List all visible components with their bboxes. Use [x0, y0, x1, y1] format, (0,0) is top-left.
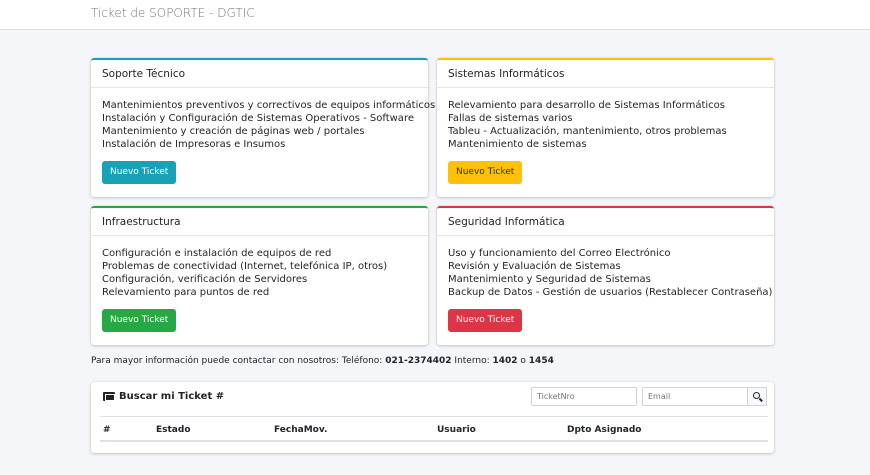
service-item: Problemas de conectividad (Internet, tel…: [102, 261, 388, 272]
top-navbar: Ticket de SOPORTE - DGTIC: [0, 0, 870, 30]
card-seguridad-informatica: Seguridad Informática Uso y funcionamien…: [437, 206, 774, 345]
service-item: Configuración e instalación de equipos d…: [102, 248, 332, 259]
service-item: Mantenimiento de sistemas: [448, 139, 587, 150]
search-button[interactable]: [747, 387, 767, 406]
ticket-search-card: Buscar mi Ticket # # Estado FechaMov. Us…: [91, 382, 774, 453]
card-title: Soporte Técnico: [91, 60, 428, 88]
search-title-label: Buscar mi Ticket #: [119, 391, 225, 402]
contact-info: Para mayor información puede contactar c…: [91, 356, 554, 366]
app-title: Ticket de SOPORTE - DGTIC: [91, 6, 255, 20]
email-input[interactable]: [642, 387, 748, 406]
card-sistemas-informaticos: Sistemas Informáticos Relevamiento para …: [437, 58, 774, 197]
ticket-table-header: # Estado FechaMov. Usuario Dpto Asignado: [100, 416, 768, 442]
new-ticket-button-infraestructura[interactable]: Nuevo Ticket: [102, 309, 177, 332]
ticket-icon: [103, 392, 115, 401]
contact-or: o: [517, 356, 529, 366]
service-item: Tableu - Actualización, mantenimiento, o…: [448, 126, 727, 137]
service-item: Backup de Datos - Gestión de usuarios (R…: [448, 287, 773, 298]
service-item: Mantenimientos preventivos y correctivos…: [102, 100, 436, 111]
column-header-usuario: Usuario: [437, 425, 476, 435]
service-item: Configuración, verificación de Servidore…: [102, 274, 308, 285]
service-item: Instalación y Configuración de Sistemas …: [102, 113, 414, 124]
card-infraestructura: Infraestructura Configuración e instalac…: [91, 206, 428, 345]
column-header-dpto: Dpto Asignado: [567, 425, 642, 435]
column-header-number: #: [103, 425, 111, 435]
contact-prefix: Para mayor información puede contactar c…: [91, 356, 386, 366]
contact-ext-2: 1454: [528, 356, 554, 366]
service-item: Mantenimiento y Seguridad de Sistemas: [448, 274, 651, 285]
column-header-estado: Estado: [156, 425, 191, 435]
service-item: Revisión y Evaluación de Sistemas: [448, 261, 621, 272]
service-item: Fallas de sistemas varios: [448, 113, 573, 124]
service-item: Mantenimiento y creación de páginas web …: [102, 126, 365, 137]
contact-internal-label: Interno:: [451, 356, 493, 366]
service-item: Relevamiento para puntos de red: [102, 287, 270, 298]
card-title: Seguridad Informática: [437, 208, 774, 236]
new-ticket-button-seguridad[interactable]: Nuevo Ticket: [448, 309, 523, 332]
new-ticket-button-soporte[interactable]: Nuevo Ticket: [102, 161, 177, 184]
search-icon: [752, 392, 760, 399]
column-header-fecha: FechaMov.: [274, 425, 328, 435]
card-soporte-tecnico: Soporte Técnico Mantenimientos preventiv…: [91, 58, 436, 197]
service-item: Instalación de Impresoras e Insumos: [102, 139, 286, 150]
contact-ext-1: 1402: [492, 356, 518, 366]
ticket-number-input[interactable]: [531, 387, 637, 406]
new-ticket-button-sistemas[interactable]: Nuevo Ticket: [448, 161, 523, 184]
service-item: Relevamiento para desarrollo de Sistemas…: [448, 100, 725, 111]
search-title: Buscar mi Ticket #: [103, 391, 224, 402]
card-title: Sistemas Informáticos: [437, 60, 774, 88]
service-item: Uso y funcionamiento del Correo Electrón…: [448, 248, 671, 259]
contact-phone: 021-2374402: [385, 356, 452, 366]
card-title: Infraestructura: [91, 208, 428, 236]
